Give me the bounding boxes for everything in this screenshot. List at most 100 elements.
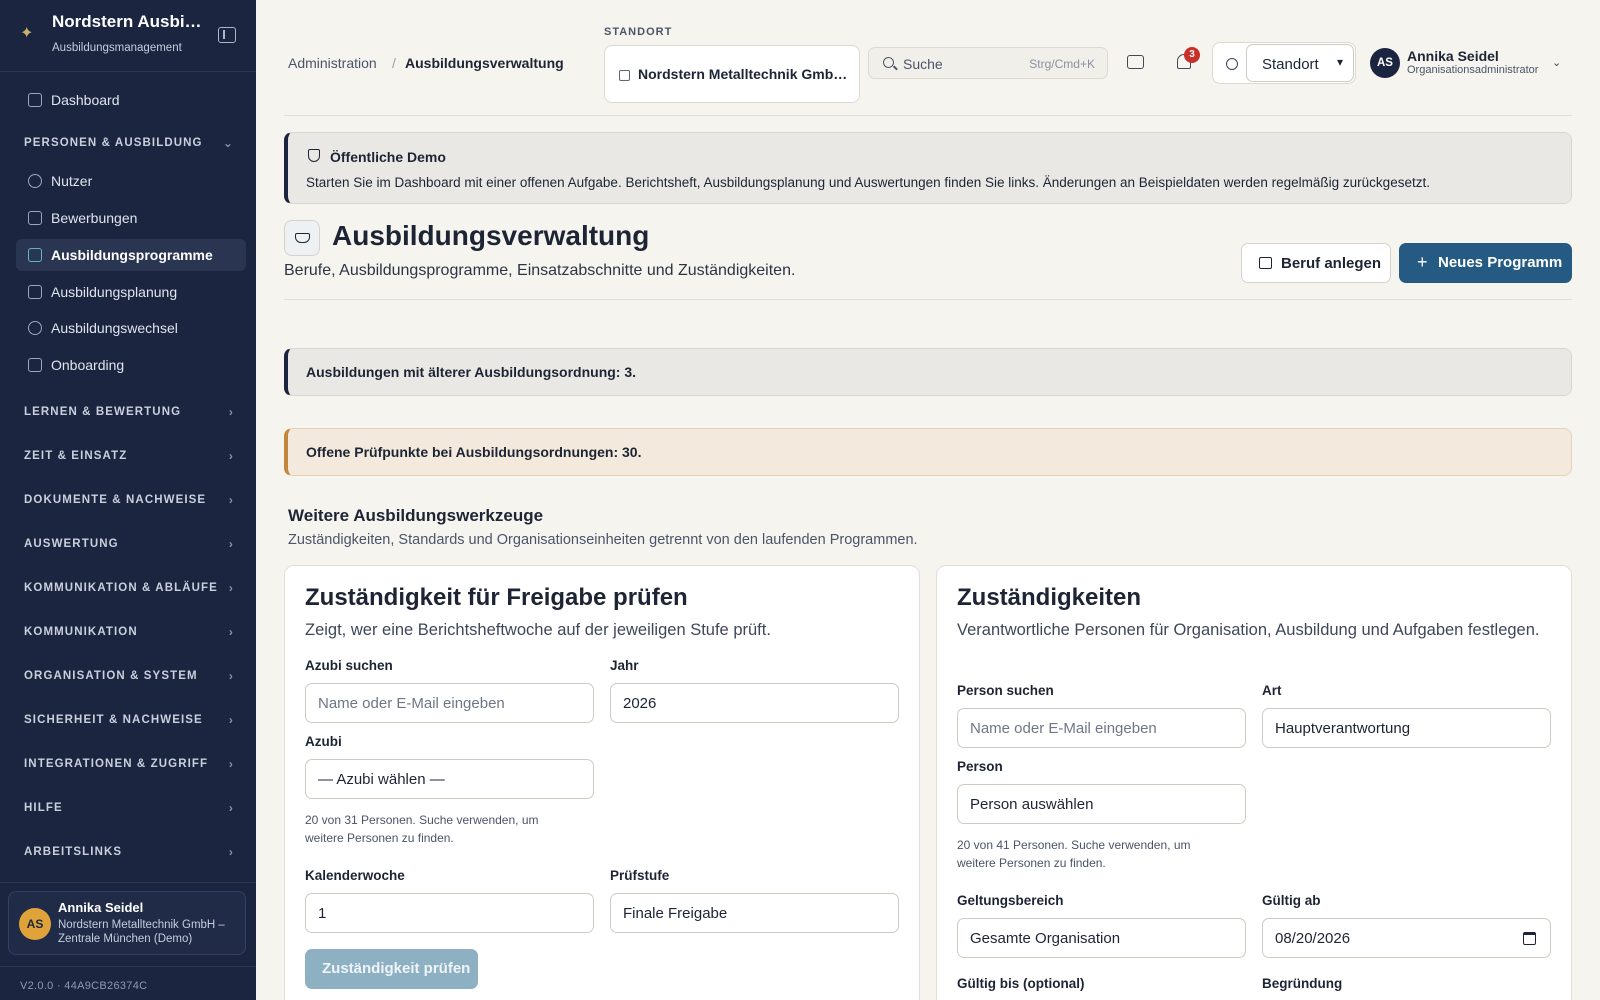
star-logo-icon: ✦ (20, 25, 34, 42)
azubi-search-input[interactable]: Name oder E-Mail eingeben (305, 683, 594, 723)
chevron-down-icon[interactable]: ⌄ (1552, 56, 1561, 69)
sidebar-item-ausbildungsprogramme[interactable]: Ausbildungsprogramme (16, 239, 246, 271)
sidebar-item-ausbildungswechsel[interactable]: Ausbildungswechsel (16, 312, 246, 344)
theme-select-value: Standort (1262, 56, 1319, 73)
nav-group-kommunikation-ablaeufe[interactable]: KOMMUNIKATION & ABLÄUFE › (24, 579, 234, 599)
select-value: — Azubi wählen — (318, 771, 445, 788)
site-label: STANDORT (604, 26, 673, 38)
calendar-icon (28, 285, 42, 299)
field-label: Gültig bis (optional) (957, 976, 1085, 991)
nav-group-auswertung[interactable]: AUSWERTUNG › (24, 535, 234, 555)
user-organisation: Nordstern Metalltechnik GmbH – Zentrale … (58, 919, 225, 945)
sidebar-item-nutzer[interactable]: Nutzer (16, 165, 246, 197)
button-label: Neues Programm (1438, 254, 1563, 271)
input-value: 08/20/2026 (1275, 930, 1351, 947)
field-label: Person suchen (957, 683, 1054, 698)
responsibilities-card: Zuständigkeiten Verantwortliche Personen… (936, 565, 1572, 1000)
avatar: AS (19, 908, 51, 940)
sidebar-item-label: Bewerbungen (51, 210, 138, 226)
theme-select[interactable]: Standort ▾ (1246, 44, 1354, 82)
version-label: V2.0.0 · 44A9CB26374C (20, 980, 148, 992)
nav-group-organisation-system[interactable]: ORGANISATION & SYSTEM › (24, 667, 234, 687)
person-select[interactable]: Person auswählen (957, 784, 1246, 824)
warning-alert: Offene Prüfpunkte bei Ausbildungsordnung… (284, 428, 1572, 476)
create-occupation-button[interactable]: Beruf anlegen (1241, 243, 1391, 283)
nav-group-zeit-einsatz[interactable]: ZEIT & EINSATZ › (24, 447, 234, 467)
chevron-right-icon: › (228, 845, 234, 859)
field-label: Azubi suchen (305, 658, 393, 673)
button-label: Zuständigkeit prüfen (322, 960, 471, 977)
nav-group-label: KOMMUNIKATION (24, 626, 138, 638)
field-label: Person (957, 759, 1003, 774)
plus-icon: + (1417, 252, 1428, 272)
nav-group-label: ORGANISATION & SYSTEM (24, 670, 198, 682)
nav-group-label: ZEIT & EINSATZ (24, 450, 128, 462)
sidebar-item-bewerbungen[interactable]: Bewerbungen (16, 202, 246, 234)
responsibility-type-select[interactable]: Hauptverantwortung (1262, 708, 1551, 748)
select-value: Finale Freigabe (623, 905, 728, 922)
nav-group-kommunikation[interactable]: KOMMUNIKATION › (24, 623, 234, 643)
nav-group-arbeitslinks[interactable]: ARBEITSLINKS › (24, 843, 234, 863)
person-search-input[interactable]: Name oder E-Mail eingeben (957, 708, 1246, 748)
scope-select[interactable]: Gesamte Organisation (957, 918, 1246, 958)
input-value: 2026 (623, 695, 657, 712)
select-value: Hauptverantwortung (1275, 720, 1411, 737)
nav-group-personen-ausbildung[interactable]: PERSONEN & AUSBILDUNG ⌄ (24, 134, 234, 154)
nav-group-dokumente-nachweise[interactable]: DOKUMENTE & NACHWEISE › (24, 491, 234, 511)
sidebar-collapse-icon[interactable] (218, 27, 236, 43)
valid-from-date-input[interactable]: 08/20/2026 (1262, 918, 1551, 958)
alert-body: Ausbildungen mit älterer Ausbildungsordn… (306, 364, 637, 380)
hint-text: 20 von 41 Personen. Suche verwenden, um … (957, 838, 1191, 870)
briefcase-icon (28, 211, 42, 225)
nav-group-sicherheit-nachweise[interactable]: SICHERHEIT & NACHWEISE › (24, 711, 234, 731)
nav-group-label: SICHERHEIT & NACHWEISE (24, 714, 203, 726)
chevron-right-icon: › (228, 713, 234, 727)
azubi-select[interactable]: — Azubi wählen — (305, 759, 594, 799)
refresh-icon (28, 321, 42, 335)
field-label: Begründung (1262, 976, 1343, 991)
hint-text: 20 von 31 Personen. Suche verwenden, um … (305, 813, 539, 845)
nav-group-label: INTEGRATIONEN & ZUGRIFF (24, 758, 209, 770)
divider (284, 115, 1572, 116)
breadcrumb-administration[interactable]: Administration (288, 55, 377, 71)
nav-group-hilfe[interactable]: HILFE › (24, 799, 234, 819)
search-input[interactable]: Suche Strg/Cmd+K (868, 47, 1108, 79)
brand-subtitle: Ausbildungsmanagement (52, 42, 182, 54)
book-icon (1259, 257, 1272, 269)
alert-body: Offene Prüfpunkte bei Ausbildungsordnung… (306, 444, 642, 460)
building-icon (619, 70, 630, 81)
message-icon[interactable] (1127, 55, 1144, 69)
year-input[interactable]: 2026 (610, 683, 899, 723)
card-title: Zuständigkeiten (957, 584, 1142, 611)
nav-group-integrationen-zugriff[interactable]: INTEGRATIONEN & ZUGRIFF › (24, 755, 234, 775)
chevron-right-icon: › (228, 801, 234, 815)
user-name[interactable]: Annika Seidel (1407, 48, 1499, 64)
info-alert: Ausbildungen mit älterer Ausbildungsordn… (284, 348, 1572, 396)
check-responsibility-button[interactable]: Zuständigkeit prüfen (305, 949, 478, 989)
select-value: Gesamte Organisation (970, 930, 1121, 947)
calendar-week-input[interactable]: 1 (305, 893, 594, 933)
calendar-icon[interactable] (1523, 932, 1536, 945)
nav-group-lernen-bewertung[interactable]: LERNEN & BEWERTUNG › (24, 403, 234, 423)
field-label: Azubi (305, 734, 342, 749)
sidebar-item-onboarding[interactable]: Onboarding (16, 349, 246, 381)
sidebar-item-dashboard[interactable]: Dashboard (16, 84, 246, 116)
input-placeholder: Name oder E-Mail eingeben (970, 720, 1157, 737)
user-role: Organisationsadministrator (1407, 64, 1539, 76)
nav-group-label: AUSWERTUNG (24, 538, 119, 550)
divider (0, 882, 256, 883)
site-selector[interactable]: Nordstern Metalltechnik GmbH – Zentrale … (604, 45, 860, 103)
palette-icon (1226, 58, 1238, 70)
chevron-right-icon: › (228, 449, 234, 463)
sidebar: ✦ Nordstern Ausbildung Ausbildungsmanage… (0, 0, 256, 1000)
new-program-button[interactable]: + Neues Programm (1399, 243, 1572, 283)
nav-group-label: DOKUMENTE & NACHWEISE (24, 494, 207, 506)
review-level-select[interactable]: Finale Freigabe (610, 893, 899, 933)
card-title: Zuständigkeit für Freigabe prüfen (305, 584, 688, 611)
select-value: Person auswählen (970, 796, 1094, 813)
field-label: Art (1262, 683, 1282, 698)
divider (0, 966, 256, 967)
sidebar-user-card[interactable]: AS Annika Seidel Nordstern Metalltechnik… (8, 891, 246, 955)
avatar[interactable]: AS (1370, 48, 1400, 78)
sidebar-item-ausbildungsplanung[interactable]: Ausbildungsplanung (16, 276, 246, 308)
